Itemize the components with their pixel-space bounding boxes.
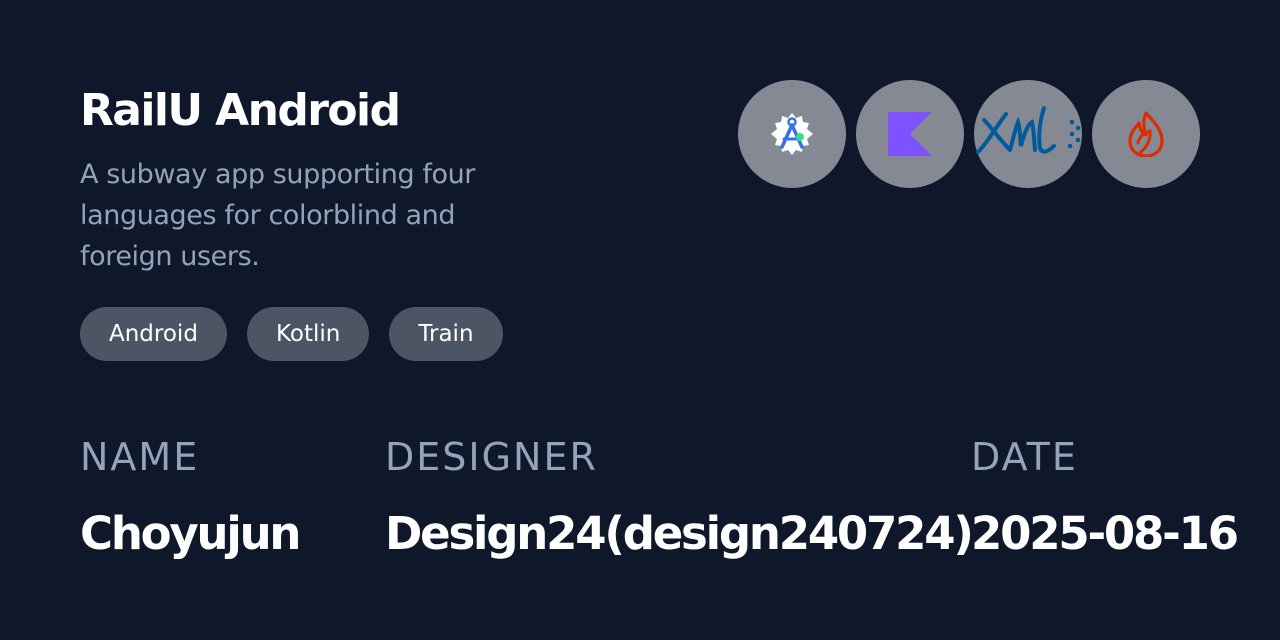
- project-description: A subway app supporting four languages f…: [80, 159, 475, 272]
- tech-stack-icons: [738, 80, 1200, 188]
- tag-train[interactable]: Train: [389, 307, 503, 361]
- name-label: NAME: [80, 435, 200, 479]
- android-studio-icon: [738, 80, 846, 188]
- kotlin-icon: [856, 80, 964, 188]
- xml-icon: [974, 80, 1082, 188]
- name-value: Choyujun: [80, 507, 301, 560]
- designer-value: Design24(design240724): [385, 507, 974, 560]
- tag-list: Android Kotlin Train: [80, 307, 503, 361]
- date-label: DATE: [971, 435, 1078, 479]
- project-title: RailU Android: [80, 85, 401, 136]
- tag-kotlin[interactable]: Kotlin: [246, 307, 370, 361]
- firebase-icon: [1092, 80, 1200, 188]
- tag-android[interactable]: Android: [80, 307, 227, 361]
- date-value: 2025-08-16: [971, 507, 1239, 560]
- designer-label: DESIGNER: [385, 435, 598, 479]
